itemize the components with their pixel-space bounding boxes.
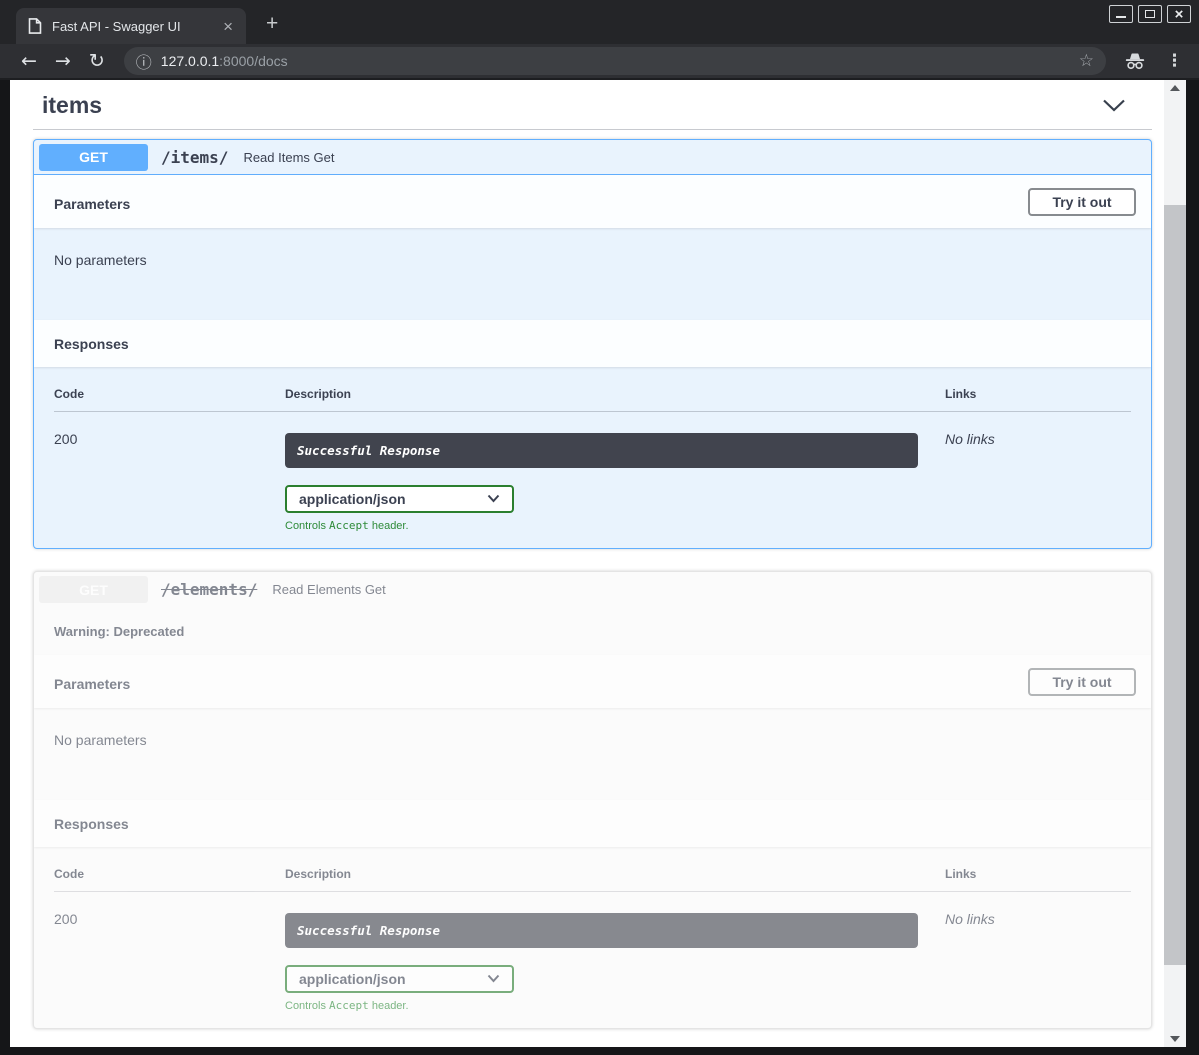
deprecated-warning: Warning: Deprecated xyxy=(34,607,1151,655)
page-scrollbar[interactable] xyxy=(1164,80,1186,1047)
operation-path: /items/ xyxy=(161,148,228,167)
swagger-page: items GET /items/ Read Items Get xyxy=(10,80,1164,1047)
close-icon: × xyxy=(1175,7,1184,22)
scrollbar-track[interactable] xyxy=(1164,96,1186,1031)
browser-window: Fast API - Swagger UI × + × ← → ↻ ⓘ 127.… xyxy=(0,0,1199,1055)
method-badge: GET xyxy=(39,576,148,603)
column-header-links: Links xyxy=(945,387,1131,412)
tag-title: items xyxy=(42,92,102,119)
operation-summary-text: Read Elements Get xyxy=(272,582,385,597)
operation-summary[interactable]: GET /items/ Read Items Get xyxy=(34,140,1151,175)
response-description-cell: Successful Response application/json Con… xyxy=(285,892,945,1012)
accept-header-hint: Controls Accept header. xyxy=(285,999,945,1012)
responses-header: Responses xyxy=(34,320,1151,367)
browser-tab[interactable]: Fast API - Swagger UI × xyxy=(16,8,246,44)
accept-header-hint: Controls Accept header. xyxy=(285,519,945,532)
page-area: items GET /items/ Read Items Get xyxy=(10,80,1186,1047)
column-header-description: Description xyxy=(285,867,945,892)
responses-title: Responses xyxy=(54,816,129,832)
parameters-tab[interactable]: Parameters xyxy=(54,190,130,214)
response-description-box: Successful Response xyxy=(285,913,918,948)
scroll-down-icon[interactable] xyxy=(1164,1031,1186,1047)
parameters-header: Parameters Try it out xyxy=(34,175,1151,228)
collapse-chevron-icon[interactable] xyxy=(1102,98,1126,113)
tab-close-icon[interactable]: × xyxy=(218,17,238,36)
forward-icon[interactable]: → xyxy=(46,50,80,73)
maximize-button[interactable] xyxy=(1138,5,1162,23)
parameters-body: No parameters xyxy=(34,708,1151,800)
back-icon[interactable]: ← xyxy=(12,50,46,73)
close-window-button[interactable]: × xyxy=(1167,5,1191,23)
tab-title: Fast API - Swagger UI xyxy=(52,19,218,34)
parameters-tab[interactable]: Parameters xyxy=(54,670,130,694)
try-it-out-button[interactable]: Try it out xyxy=(1028,188,1136,216)
response-code: 200 xyxy=(54,892,285,1012)
url-path: :8000/docs xyxy=(219,53,288,69)
responses-header: Responses xyxy=(34,800,1151,847)
window-controls: × xyxy=(1109,5,1191,23)
operation-summary[interactable]: GET /elements/ Read Elements Get xyxy=(34,572,1151,607)
column-header-links: Links xyxy=(945,867,1131,892)
document-favicon-icon xyxy=(28,18,42,34)
browser-titlebar: Fast API - Swagger UI × + × xyxy=(0,0,1199,44)
scroll-up-icon[interactable] xyxy=(1164,80,1186,96)
parameters-body: No parameters xyxy=(34,228,1151,320)
try-it-out-button[interactable]: Try it out xyxy=(1028,668,1136,696)
incognito-icon xyxy=(1124,51,1146,71)
operation-summary-text: Read Items Get xyxy=(243,150,334,165)
parameters-header: Parameters Try it out xyxy=(34,655,1151,708)
column-header-description: Description xyxy=(285,387,945,412)
section-divider xyxy=(33,129,1152,130)
select-chevron-icon xyxy=(487,970,500,988)
responses-table: Code Description Links 200 Successful Re… xyxy=(54,867,1131,1012)
url-host: 127.0.0.1 xyxy=(161,53,219,69)
new-tab-button[interactable]: + xyxy=(260,11,284,36)
minimize-icon xyxy=(1116,16,1126,18)
response-description-cell: Successful Response application/json Con… xyxy=(285,412,945,532)
no-parameters-text: No parameters xyxy=(54,252,147,268)
media-type-select[interactable]: application/json xyxy=(285,965,514,993)
response-code: 200 xyxy=(54,412,285,532)
method-badge: GET xyxy=(39,144,148,171)
response-links: No links xyxy=(945,412,1131,532)
media-type-select[interactable]: application/json xyxy=(285,485,514,513)
address-bar[interactable]: ⓘ 127.0.0.1:8000/docs ☆ xyxy=(124,47,1106,75)
responses-body: Code Description Links 200 Successful Re… xyxy=(34,847,1151,1028)
maximize-icon xyxy=(1145,10,1155,18)
swagger-main: items GET /items/ Read Items Get xyxy=(10,80,1164,1029)
no-parameters-text: No parameters xyxy=(54,732,147,748)
column-header-code: Code xyxy=(54,387,285,412)
operation-get-items: GET /items/ Read Items Get Parameters Tr… xyxy=(33,139,1152,549)
browser-toolbar: ← → ↻ ⓘ 127.0.0.1:8000/docs ☆ ⋮ xyxy=(0,44,1199,80)
response-links: No links xyxy=(945,892,1131,1012)
operation-get-elements-deprecated: GET /elements/ Read Elements Get Warning… xyxy=(33,571,1152,1029)
browser-menu-icon[interactable]: ⋮ xyxy=(1160,51,1189,71)
select-chevron-icon xyxy=(487,490,500,508)
reload-icon[interactable]: ↻ xyxy=(80,50,114,73)
responses-body: Code Description Links 200 Successful Re… xyxy=(34,367,1151,548)
responses-table: Code Description Links 200 Successful Re… xyxy=(54,387,1131,532)
site-info-icon[interactable]: ⓘ xyxy=(136,49,152,73)
column-header-code: Code xyxy=(54,867,285,892)
bookmark-star-icon[interactable]: ☆ xyxy=(1079,51,1094,71)
operation-path: /elements/ xyxy=(161,580,257,599)
responses-title: Responses xyxy=(54,336,129,352)
url-text: 127.0.0.1:8000/docs xyxy=(161,53,1079,69)
response-description-box: Successful Response xyxy=(285,433,918,468)
minimize-button[interactable] xyxy=(1109,5,1133,23)
scrollbar-thumb[interactable] xyxy=(1164,205,1186,965)
tag-section-header[interactable]: items xyxy=(33,90,1152,119)
